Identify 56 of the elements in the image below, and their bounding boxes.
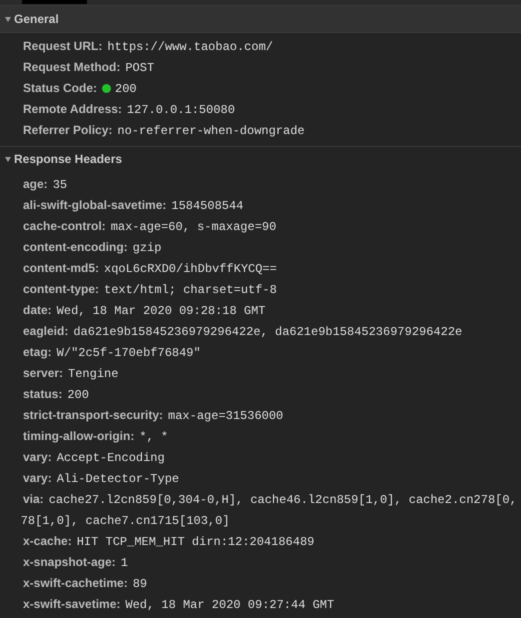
header-name: ali-swift-global-savetime: — [23, 197, 166, 214]
header-name: status: — [23, 386, 62, 403]
header-value: gzip — [132, 240, 162, 257]
header-name: date: — [23, 302, 52, 319]
disclosure-triangle-icon[interactable] — [5, 156, 11, 162]
header-value: https://www.taobao.com/ — [107, 39, 273, 56]
header-value: 1584508544 — [171, 198, 244, 215]
header-name: age: — [23, 176, 48, 193]
header-name: server: — [23, 365, 64, 382]
header-name: Status Code: — [23, 80, 98, 97]
header-name: vary: — [23, 470, 52, 487]
header-value: text/html; charset=utf-8 — [104, 282, 277, 299]
header-value: POST — [125, 60, 154, 77]
header-name: Request Method: — [23, 59, 120, 76]
header-name: x-cache: — [23, 533, 72, 550]
header-value: W/"2c5f-170ebf76849" — [56, 345, 201, 362]
header-value: Tengine — [68, 366, 118, 383]
header-value: *, * — [139, 429, 168, 446]
header-value: Accept-Encoding — [56, 450, 165, 467]
header-name: x-swift-cachetime: — [23, 575, 128, 592]
header-name: etag: — [23, 344, 52, 361]
header-value: 35 — [52, 177, 68, 194]
header-name: eagleid: — [23, 323, 68, 340]
header-name: Request URL: — [23, 38, 102, 55]
header-value: no-referrer-when-downgrade — [117, 123, 305, 140]
header-value: max-age=60, s-maxage=90 — [110, 219, 276, 236]
header-name: timing-allow-origin: — [23, 428, 134, 445]
header-value: 78[1,0], cache7.cn1715[103,0] — [20, 513, 231, 530]
header-name: content-md5: — [23, 260, 99, 277]
header-value: cache27.l2cn859[0,304-0,H], cache46.l2cn859[1,0], cache2.cn278[0, — [48, 492, 517, 509]
header-value: 1 — [120, 555, 128, 572]
header-value: 89 — [132, 576, 148, 593]
header-value: 200 — [67, 387, 89, 404]
section-title: General — [14, 12, 59, 26]
header-value: HIT TCP_MEM_HIT dirn:12:204186489 — [76, 534, 314, 551]
header-value: Wed, 18 Mar 2020 09:27:44 GMT — [125, 597, 334, 614]
header-name: vary: — [23, 449, 52, 466]
header-value: 127.0.0.1:50080 — [126, 102, 235, 119]
header-name: Remote Address: — [23, 101, 122, 118]
header-value: Ali-Detector-Type — [56, 471, 180, 488]
header-value: xqoL6cRXD0/ihDbvffKYCQ== — [104, 261, 277, 278]
header-value: da621e9b15845236979296422e, da621e9b15845236979296422e — [73, 324, 462, 341]
section-header[interactable]: General — [0, 6, 521, 33]
header-name: content-type: — [23, 281, 99, 298]
header-value: max-age=31536000 — [168, 408, 284, 425]
header-name: Referrer Policy: — [23, 122, 112, 139]
header-name: x-swift-savetime: — [23, 596, 120, 613]
section-title: Response Headers — [14, 152, 122, 166]
header-name: x-snapshot-age: — [23, 554, 116, 571]
header-value: Wed, 18 Mar 2020 09:28:18 GMT — [56, 303, 266, 320]
header-name: strict-transport-security: — [23, 407, 164, 424]
header-name: content-encoding: — [23, 239, 128, 256]
disclosure-triangle-icon[interactable] — [5, 16, 11, 22]
header-value: 200 — [115, 81, 137, 98]
header-name: via: — [23, 491, 44, 508]
header-name: cache-control: — [23, 218, 106, 235]
